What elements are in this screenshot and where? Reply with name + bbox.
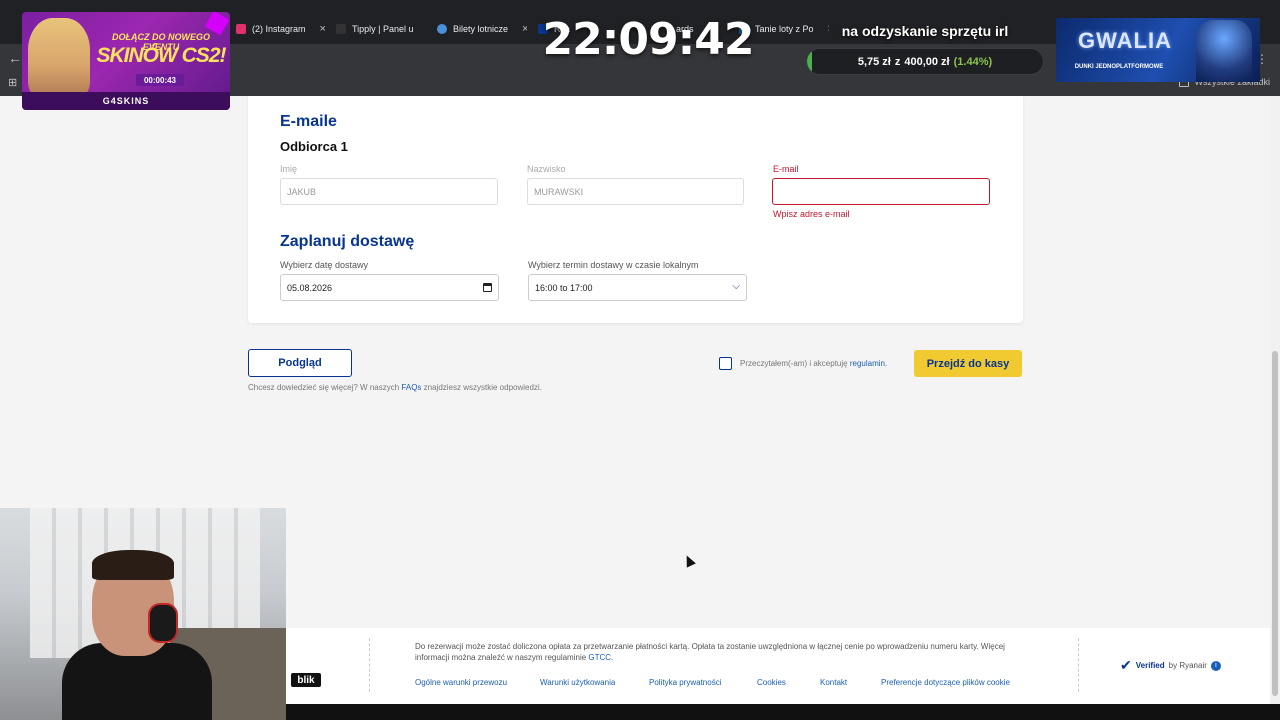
promo-character-image	[28, 18, 90, 98]
date-label: Wybierz datę dostawy	[280, 260, 368, 270]
time-value: 16:00 to 17:00	[535, 282, 593, 293]
check-icon: ✔	[1120, 657, 1132, 673]
terms-text: Przeczytałem(-am) i akceptuję regulamin.	[740, 359, 887, 368]
streamer-hair	[92, 550, 174, 580]
tab-instagram[interactable]: (2) Instagram ×	[228, 14, 326, 44]
recipient-heading: Odbiorca 1	[280, 139, 348, 154]
gwalia-subtitle: DUNKI JEDNOPLATFORMOWE	[1074, 64, 1164, 70]
promo-timer: 00:00:43	[136, 74, 184, 86]
gwalia-character-image	[1196, 20, 1252, 82]
terms-link[interactable]: regulamin.	[850, 359, 887, 368]
tipply-icon	[336, 24, 346, 34]
page-scrollbar[interactable]	[1270, 96, 1280, 704]
cloud-icon	[437, 24, 447, 34]
tab-label: Bilety lotnicze	[453, 24, 509, 34]
emails-heading: E-maile	[280, 113, 337, 130]
scrollbar-thumb[interactable]	[1272, 351, 1278, 696]
faq-link[interactable]: FAQs	[401, 383, 421, 392]
blik-logo: blik	[291, 673, 321, 687]
footer-link-contact[interactable]: Kontakt	[820, 678, 847, 687]
first-name-label: Imię	[280, 164, 298, 174]
first-name-value: JAKUB	[287, 186, 317, 197]
email-error: Wpisz adres e-mail	[773, 209, 850, 219]
webcam-feed	[0, 508, 286, 720]
donation-goal-title: na odzyskanie sprzętu irl	[841, 23, 1009, 39]
terms-checkbox[interactable]	[719, 357, 732, 370]
tab-label: Tipply | Panel u	[352, 24, 414, 34]
footer-link-terms[interactable]: Warunki użytkowania	[540, 678, 615, 687]
apps-grid-icon[interactable]: ⊞	[8, 76, 17, 89]
goal-percent: (1.44%)	[953, 55, 993, 68]
divider	[1078, 638, 1079, 692]
email-delivery-card: E-maile Odbiorca 1 Imię JAKUB Nazwisko M…	[248, 96, 1023, 323]
gwalia-banner-overlay: GWALIA DUNKI JEDNOPLATFORMOWE	[1056, 18, 1260, 82]
last-name-field[interactable]: MURAWSKI	[527, 178, 744, 205]
tab-label: Tanie loty z Po	[755, 24, 814, 34]
email-label: E-mail	[773, 164, 799, 174]
goal-target: 400,00 zł	[904, 55, 950, 68]
footer-link-carriage[interactable]: Ogólne warunki przewozu	[415, 678, 507, 687]
fee-text: Do rezerwacji może zostać doliczona opła…	[415, 642, 1005, 662]
close-icon[interactable]: ×	[320, 23, 326, 35]
checkout-button[interactable]: Przejdź do kasy	[914, 350, 1022, 377]
instagram-icon	[236, 24, 246, 34]
goal-current: 5,75 zł	[857, 55, 891, 68]
accept-text: Przeczytałem(-am) i akceptuję	[740, 359, 848, 368]
gwalia-logo: GWALIA	[1078, 28, 1172, 53]
footer-link-cookie-prefs[interactable]: Preferencje dotyczące plików cookie	[881, 678, 1010, 687]
verified-label: Verified	[1135, 661, 1165, 670]
tab-label: (2) Instagram	[252, 24, 306, 34]
verified-badge: ✔ Verified by Ryanair i	[1120, 657, 1221, 674]
close-icon[interactable]: ×	[522, 23, 527, 35]
last-name-label: Nazwisko	[527, 164, 566, 174]
faq-prefix: Chcesz dowiedzieć się więcej? W naszych	[248, 383, 400, 392]
promo-line2: SKINÓW CS2!	[96, 44, 226, 67]
goal-text: 5,75 zł z 400,00 zł (1.44%)	[807, 49, 1043, 74]
footer-link-cookies[interactable]: Cookies	[757, 678, 786, 687]
email-field[interactable]	[772, 178, 990, 205]
preview-button[interactable]: Podgląd	[248, 349, 352, 377]
delivery-date-input[interactable]: 05.08.2026	[280, 274, 499, 301]
footer-link-privacy[interactable]: Polityka prywatności	[649, 678, 721, 687]
card-fee-notice: Do rezerwacji może zostać doliczona opła…	[415, 641, 1015, 663]
delivery-time-select[interactable]: 16:00 to 17:00 ⌵	[528, 274, 747, 301]
divider	[369, 638, 370, 692]
stream-clock: 22:09:42	[542, 14, 755, 65]
verified-by-label: by Ryanair	[1168, 661, 1207, 670]
date-value: 05.08.2026	[287, 282, 333, 293]
gtcc-link[interactable]: GTCC.	[588, 653, 613, 662]
back-arrow-icon[interactable]: ←	[8, 50, 22, 66]
faq-text: Chcesz dowiedzieć się więcej? W naszych …	[248, 383, 542, 392]
last-name-value: MURAWSKI	[534, 186, 584, 197]
calendar-icon[interactable]	[483, 283, 492, 292]
chevron-down-icon: ⌵	[732, 281, 740, 292]
donation-goal-bar: 5,75 zł z 400,00 zł (1.44%)	[806, 48, 1044, 75]
faq-suffix: znajdziesz wszystkie odpowiedzi.	[423, 383, 542, 392]
first-name-field[interactable]: JAKUB	[280, 178, 498, 205]
time-label: Wybierz termin dostawy w czasie lokalnym	[528, 260, 699, 270]
g4skins-promo-overlay: DOŁĄCZ DO NOWEGO EVENTU SKINÓW CS2! 00:0…	[22, 12, 230, 110]
info-icon[interactable]: i	[1210, 660, 1221, 671]
goal-separator: z	[894, 55, 901, 68]
promo-brand: G4SKINS	[22, 92, 230, 110]
tab-tipply[interactable]: Tipply | Panel u ×	[328, 14, 426, 44]
tab-bilety[interactable]: Bilety lotnicze ×	[429, 14, 527, 44]
headset-icon	[148, 603, 178, 643]
delivery-heading: Zaplanuj dostawę	[280, 233, 415, 250]
